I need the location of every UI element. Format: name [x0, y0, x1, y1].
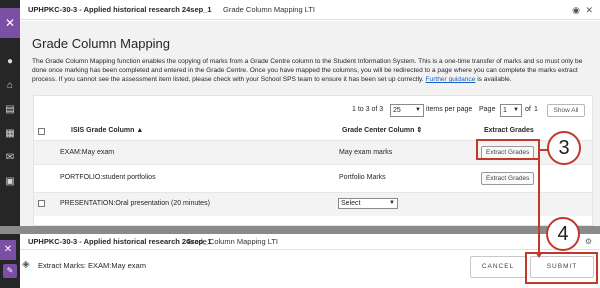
chevron-down-icon: ▼: [389, 200, 395, 206]
isis-cell: PORTFOLIO:student portfolios: [60, 174, 156, 181]
description-text-end: is available.: [475, 76, 512, 84]
page-label: Page: [479, 106, 496, 113]
messages-icon[interactable]: ✉: [4, 152, 16, 164]
grade-center-select-value: Select: [341, 200, 361, 207]
show-all-button[interactable]: Show All: [547, 104, 585, 117]
step4-callout: 4: [546, 217, 580, 251]
left-nav-sidebar: ✕ ● ⌂ ▤ ▦ ✉ ▣: [0, 0, 20, 226]
page-select[interactable]: 1 ▼: [500, 104, 522, 117]
items-per-page-label: items per page: [426, 106, 473, 113]
items-per-page-value: 25: [393, 107, 401, 114]
main-content: Grade Column Mapping The Grade Column Ma…: [20, 21, 600, 226]
step4-highlight: [525, 252, 598, 284]
close-panel-button[interactable]: ✕: [0, 240, 16, 260]
chevron-down-icon: ▼: [415, 107, 421, 113]
isis-cell: EXAM:May exam: [60, 149, 115, 156]
grade-center-select[interactable]: Select ▼: [338, 198, 398, 209]
chevron-down-icon: ▼: [513, 107, 519, 113]
grade-center-cell: Portfolio Marks: [339, 174, 386, 181]
page-description: The Grade Column Mapping function enable…: [32, 57, 592, 85]
window-divider: [0, 226, 600, 234]
table-row: PORTFOLIO:student portfolios Portfolio M…: [34, 164, 592, 192]
extract-marks-window: ✎ ✕ UPHPKC-30-3 - Applied historical res…: [0, 234, 600, 288]
row-checkbox[interactable]: [38, 200, 45, 207]
tool-title: Grade Column Mapping LTI: [186, 237, 278, 246]
isis-column-header[interactable]: ISIS Grade Column ▲: [71, 126, 143, 136]
grade-center-cell: May exam marks: [339, 149, 393, 156]
grade-center-header-label: Grade Center Column: [342, 127, 415, 134]
close-icon: ✕: [4, 16, 16, 30]
extract-grades-header: Extract Grades: [484, 127, 534, 134]
table-row: PRESENTATION:Oral presentation (20 minut…: [34, 192, 592, 216]
course-title: UPHPKC-30-3 - Applied historical researc…: [28, 5, 212, 14]
window-titlebar: UPHPKC-30-3 - Applied historical researc…: [20, 0, 600, 20]
cancel-button[interactable]: CANCEL: [470, 256, 526, 278]
extract-heading: Extract Marks: EXAM:May exam: [38, 261, 146, 270]
window-titlebar: UPHPKC-30-3 - Applied historical researc…: [20, 234, 600, 250]
close-icon: ✕: [3, 244, 13, 255]
close-panel-button[interactable]: ✕: [0, 8, 20, 38]
page-select-value: 1: [503, 107, 507, 114]
select-all-checkbox[interactable]: [38, 128, 45, 135]
grade-center-column-header[interactable]: Grade Center Column ⇕: [342, 126, 422, 136]
of-label: of: [525, 106, 531, 113]
grade-mapping-window: ✕ ● ⌂ ▤ ▦ ✉ ▣ UPHPKC-30-3 - Applied hist…: [0, 0, 600, 226]
extract-grades-button[interactable]: Extract Grades: [481, 172, 535, 185]
sort-asc-icon: ▲: [136, 127, 144, 134]
items-per-page-select[interactable]: 25 ▼: [390, 104, 424, 117]
avatar[interactable]: ✎: [3, 264, 17, 278]
institution-icon[interactable]: ⌂: [4, 80, 16, 92]
close-icon[interactable]: ✕: [585, 0, 593, 20]
page-title: Grade Column Mapping: [32, 36, 171, 51]
user-icon[interactable]: ●: [4, 56, 16, 68]
isis-header-label: ISIS Grade Column: [71, 127, 135, 134]
courses-icon[interactable]: ▤: [4, 104, 16, 116]
total-pages: 1: [534, 106, 538, 113]
eye-icon[interactable]: ◉: [572, 0, 580, 20]
calendar-icon[interactable]: ▦: [4, 128, 16, 140]
isis-cell: PRESENTATION:Oral presentation (20 minut…: [60, 200, 210, 207]
step3-highlight: [476, 139, 540, 160]
grades-icon[interactable]: ▣: [4, 176, 16, 188]
tool-title: Grade Column Mapping LTI: [223, 5, 315, 14]
mapping-table-panel: 1 to 3 of 3 25 ▼ items per page Page 1 ▼ o…: [33, 95, 593, 226]
step4-arrow-line: [538, 160, 540, 256]
extract-icon: ◈: [22, 259, 30, 270]
gear-icon[interactable]: ⚙: [585, 234, 592, 250]
course-title: UPHPKC-30-3 - Applied historical researc…: [28, 237, 212, 246]
further-guidance-link[interactable]: Further guidance: [426, 76, 476, 83]
pager-range: 1 to 3 of 3: [352, 106, 384, 113]
step3-callout: 3: [547, 131, 581, 165]
sort-both-icon: ⇕: [416, 127, 423, 134]
